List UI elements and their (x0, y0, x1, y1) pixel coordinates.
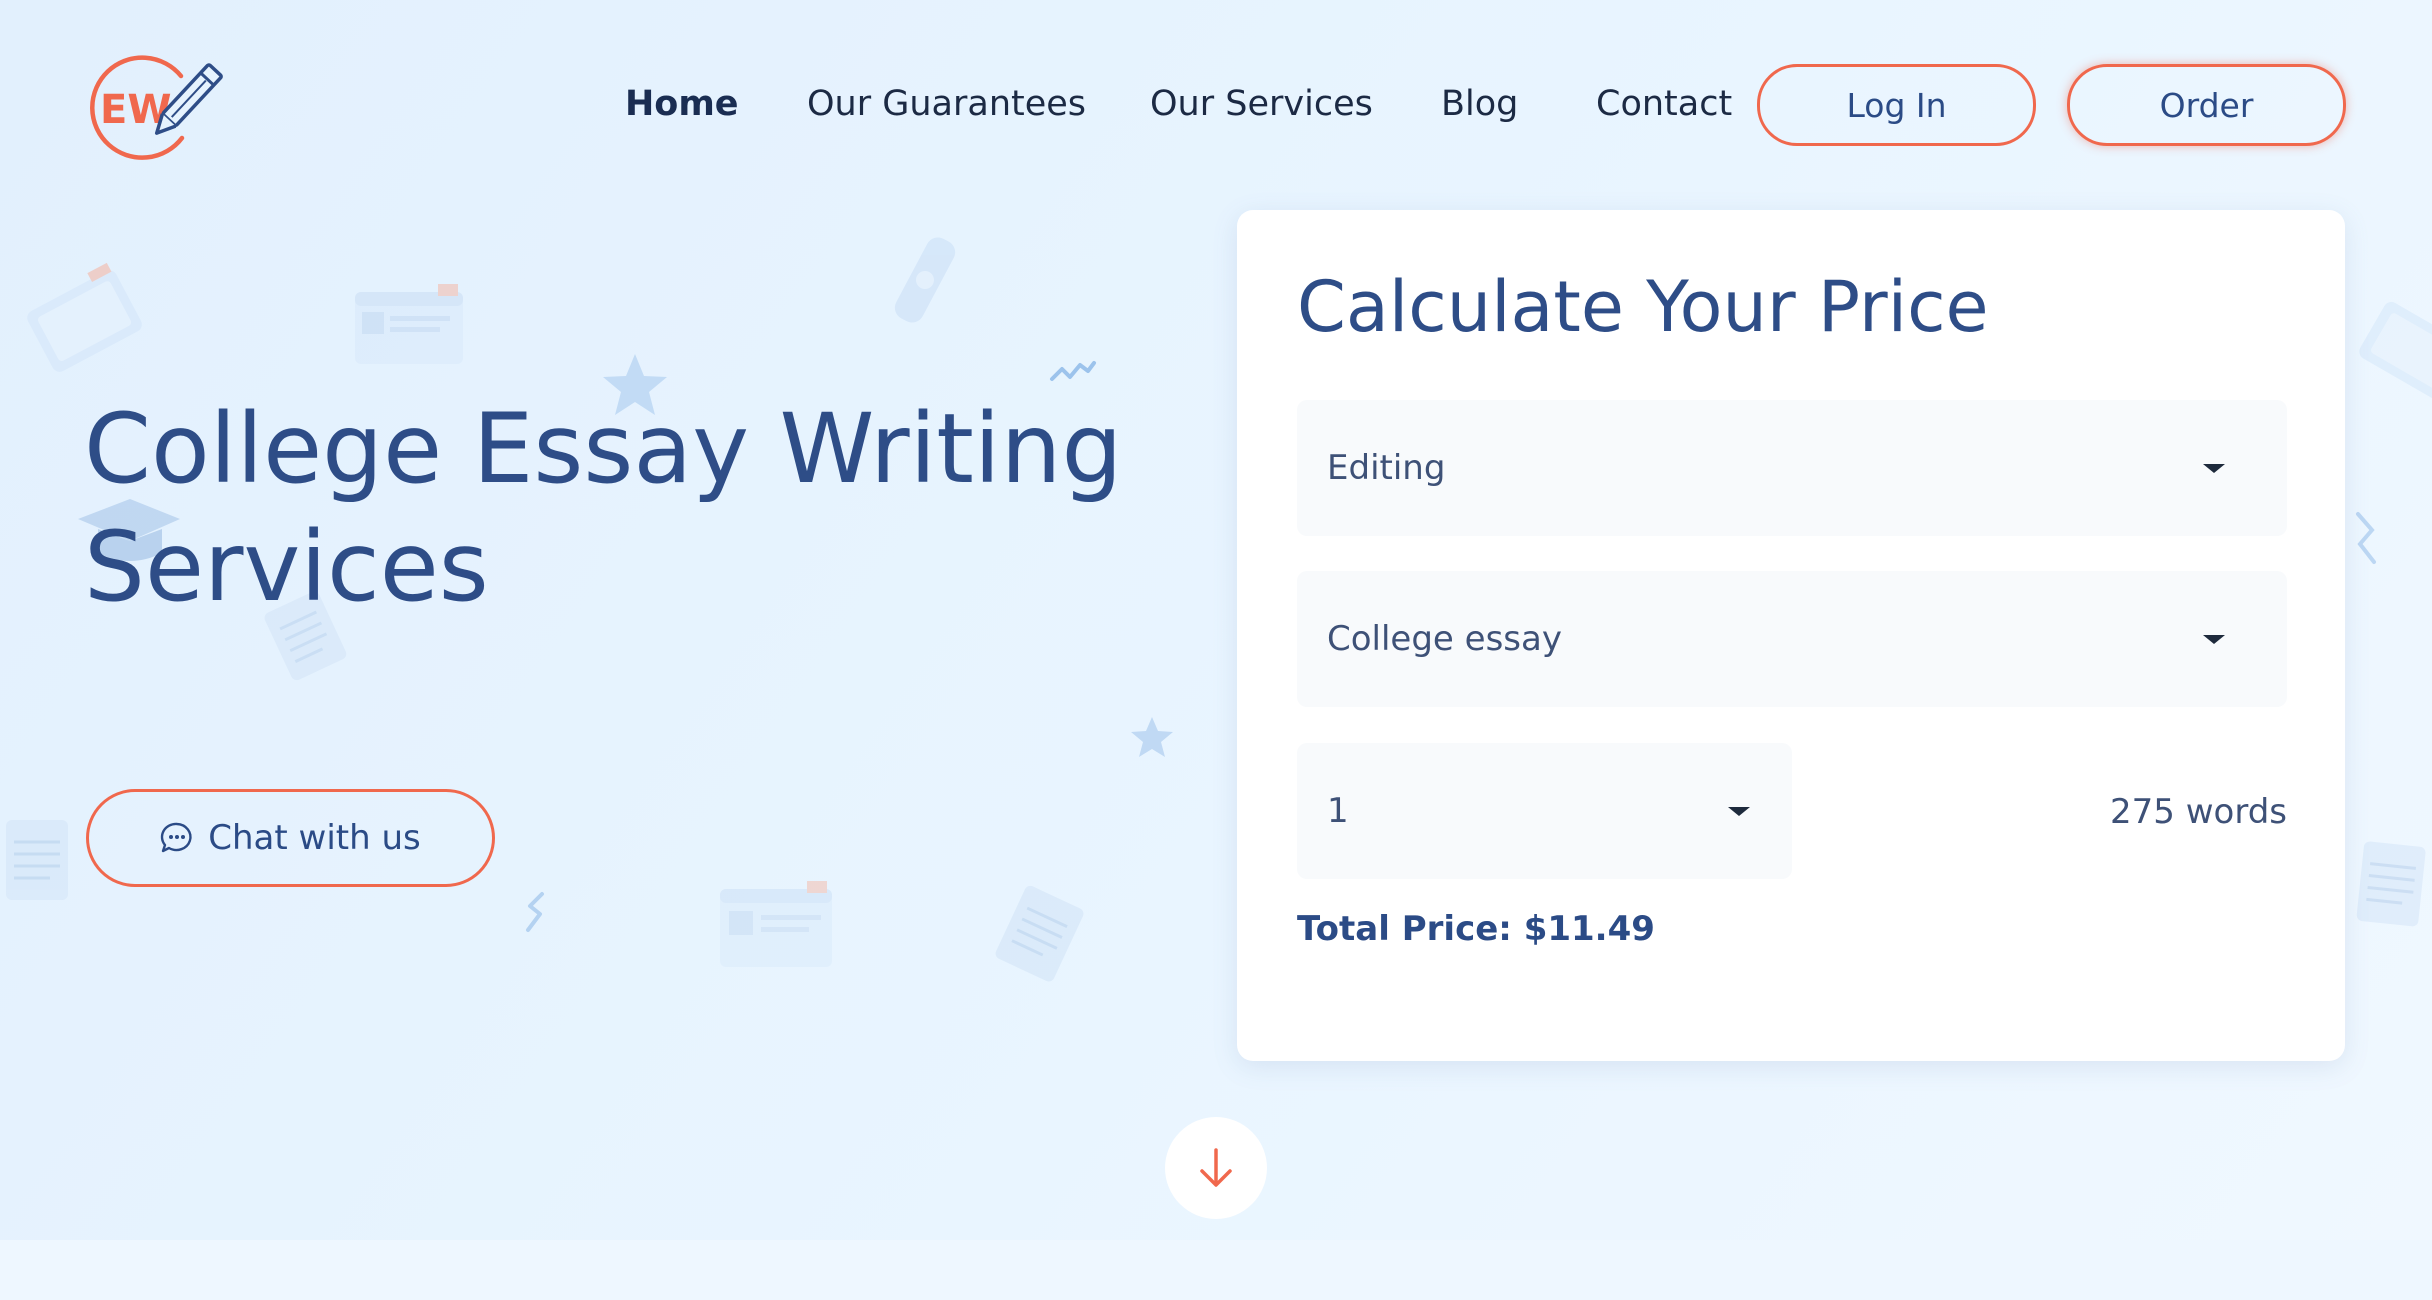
paper-type-value: College essay (1327, 619, 1562, 659)
nav-our-services[interactable]: Our Services (1150, 82, 1373, 126)
price-calculator-card: Calculate Your Price Editing College ess… (1237, 210, 2345, 1061)
document-decoration-icon (720, 881, 832, 967)
nav-our-guarantees[interactable]: Our Guarantees (807, 82, 1086, 126)
calculator-title: Calculate Your Price (1297, 266, 1989, 348)
chat-button-label: Chat with us (208, 818, 421, 858)
order-button[interactable]: Order (2067, 64, 2346, 146)
squiggle-decoration-icon (1050, 361, 1096, 381)
speech-bubble-icon (161, 822, 192, 853)
notepad-decoration-icon (6, 820, 68, 900)
squiggle-decoration-icon (2356, 512, 2376, 564)
nav-blog[interactable]: Blog (1441, 82, 1518, 126)
scroll-down-button[interactable] (1165, 1117, 1267, 1219)
hero-title: College Essay Writing Services (84, 393, 1123, 623)
document-decoration-icon (355, 284, 463, 364)
logo-graphic: EW (90, 55, 223, 160)
site-logo[interactable]: EW (84, 48, 254, 164)
laptop-decoration-icon (2359, 301, 2432, 400)
total-price: Total Price: $11.49 (1297, 909, 1655, 949)
caret-down-icon (2203, 635, 2225, 644)
paper-type-select[interactable]: College essay (1297, 571, 2287, 707)
squiggle-decoration-icon (526, 892, 544, 932)
notepad-decoration-icon (995, 885, 1084, 982)
service-type-select[interactable]: Editing (1297, 400, 2287, 536)
diploma-decoration-icon (894, 237, 956, 323)
arrow-down-icon (1200, 1148, 1232, 1187)
login-button[interactable]: Log In (1757, 64, 2036, 146)
caret-down-icon (2203, 464, 2225, 473)
caret-down-icon (1728, 807, 1750, 816)
nav-home[interactable]: Home (625, 82, 739, 126)
word-count: 275 words (2110, 792, 2287, 832)
chat-with-us-button[interactable]: Chat with us (86, 789, 495, 887)
section-divider (0, 1240, 2432, 1300)
laptop-decoration-icon (27, 262, 142, 372)
pages-value: 1 (1327, 791, 1349, 831)
star-decoration-icon (1131, 717, 1173, 757)
service-type-value: Editing (1327, 448, 1446, 488)
nav-contact[interactable]: Contact (1596, 82, 1732, 126)
pages-select[interactable]: 1 (1297, 743, 1792, 879)
notepad-decoration-icon (2356, 841, 2426, 927)
